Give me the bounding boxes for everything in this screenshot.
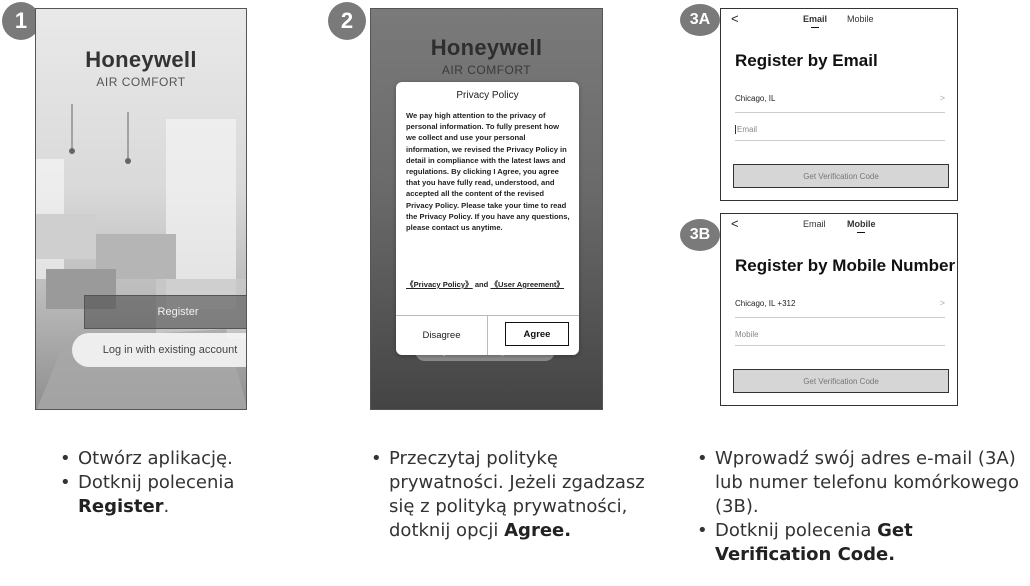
register-by-email-screen: < Email Mobile Register by Email Chicago… (720, 8, 958, 201)
dialog-body-text: We pay high attention to the privacy of … (406, 111, 570, 233)
honeywell-logo: Honeywell (430, 35, 543, 60)
step-2-instructions: Przeczytaj politykę prywatności. Jeżeli … (371, 447, 661, 543)
divider (735, 140, 945, 141)
step-3-bullet-1: Wprowadź swój adres e-mail (3A) lub nume… (697, 447, 1027, 519)
agree-button[interactable]: Agree (505, 322, 569, 346)
agree-keyword: Agree. (504, 520, 572, 541)
back-icon[interactable]: < (731, 216, 739, 231)
register-by-mobile-screen: < Email Mobile Register by Mobile Number… (720, 213, 958, 406)
step-2-bullet-1: Przeczytaj politykę prywatności. Jeżeli … (371, 447, 661, 543)
privacy-policy-link[interactable]: 《Privacy Policy》 (406, 280, 473, 289)
tab-mobile[interactable]: Mobile (847, 219, 876, 233)
tab-email[interactable]: Email (803, 219, 826, 229)
divider (735, 345, 945, 346)
back-icon[interactable]: < (731, 11, 739, 26)
country-region-selector[interactable]: Chicago, IL (735, 94, 775, 103)
honeywell-logo: Honeywell (85, 47, 197, 72)
step-1-instructions: Otwórz aplikację. Dotknij poleceniaRegis… (60, 447, 280, 519)
get-verification-code-button[interactable]: Get Verification Code (733, 164, 949, 188)
tab-mobile[interactable]: Mobile (847, 14, 874, 24)
get-verification-code-button[interactable]: Get Verification Code (733, 369, 949, 393)
register-button[interactable]: Register (84, 295, 246, 329)
email-field[interactable]: Email (735, 125, 757, 134)
step-2-phone-screen: Honeywell AIR COMFORT Log in with Existi… (370, 8, 603, 410)
air-comfort-subtitle: AIR COMFORT (441, 63, 532, 77)
divider (735, 112, 945, 113)
step-1-phone-screen: Honeywell AIR COMFORT Register Log in wi… (35, 8, 247, 410)
privacy-policy-dialog: Privacy Policy We pay high attention to … (396, 82, 579, 355)
register-keyword: Register (78, 496, 164, 517)
country-region-selector[interactable]: Chicago, IL +312 (735, 299, 795, 308)
step-2-badge: 2 (328, 2, 366, 40)
user-agreement-link[interactable]: 《User Agreement》 (490, 280, 564, 289)
mobile-field[interactable]: Mobile (735, 330, 759, 339)
step-3-instructions: Wprowadź swój adres e-mail (3A) lub nume… (697, 447, 1027, 567)
chevron-right-icon: > (939, 298, 945, 308)
disagree-button[interactable]: Disagree (396, 316, 487, 355)
step-3b-badge: 3B (680, 219, 720, 251)
dialog-links: 《Privacy Policy》 and 《User Agreement》 (406, 280, 565, 289)
login-existing-account-button[interactable]: Log in with existing account (72, 333, 246, 367)
step-1-bullet-1: Otwórz aplikację. (60, 447, 280, 471)
step-1-bullet-2: Dotknij poleceniaRegister. (60, 471, 280, 519)
dialog-button-divider (487, 315, 488, 355)
step-3a-badge: 3A (680, 4, 720, 36)
dialog-title: Privacy Policy (456, 90, 519, 101)
chevron-right-icon: > (939, 93, 945, 103)
tab-email[interactable]: Email (803, 14, 827, 28)
page-title: Register by Email (735, 51, 878, 70)
air-comfort-subtitle: AIR COMFORT (96, 75, 186, 89)
divider (735, 317, 945, 318)
step-3-bullet-2: Dotknij polecenia Get Verification Code. (697, 519, 1027, 567)
page-title: Register by Mobile Number (735, 256, 956, 275)
